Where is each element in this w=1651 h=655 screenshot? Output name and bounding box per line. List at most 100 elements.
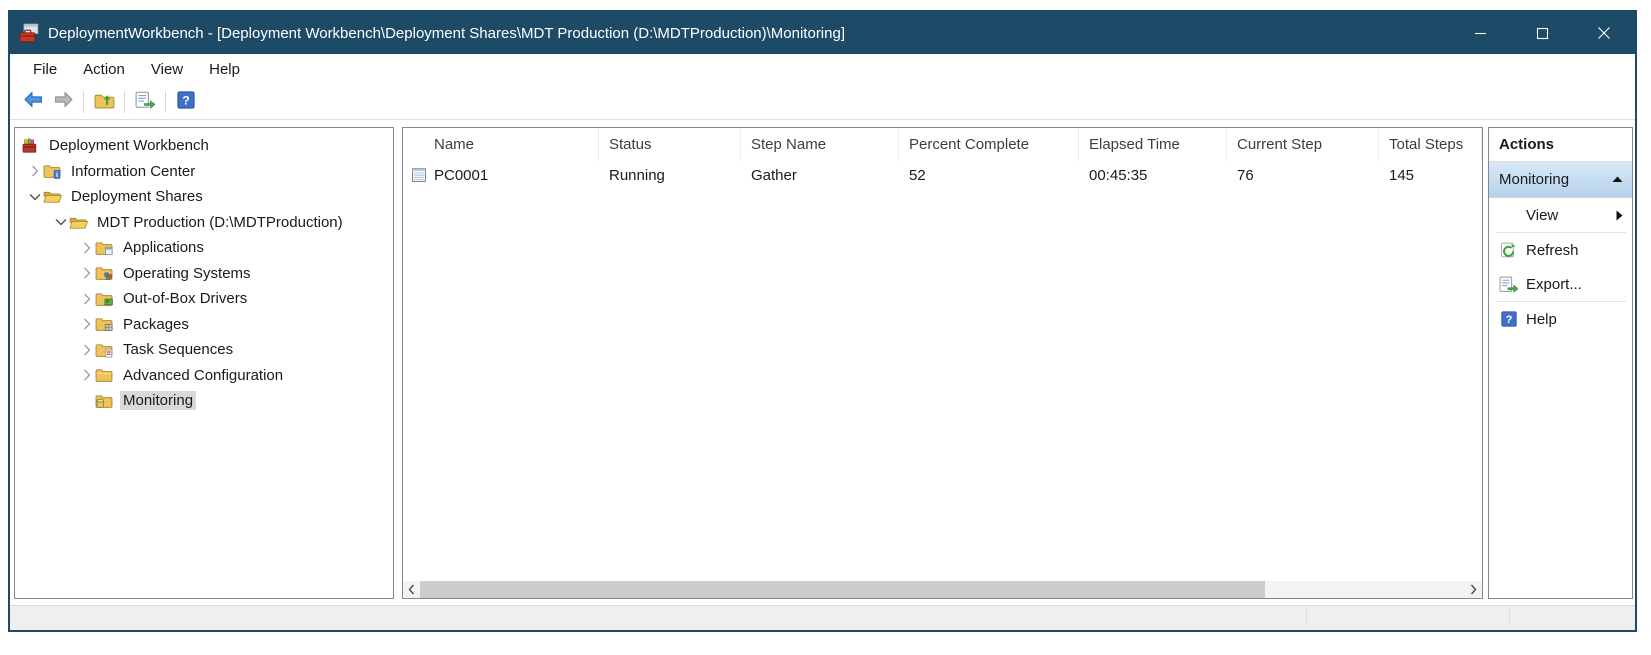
chevron-right-icon[interactable] (79, 291, 95, 307)
results-pane: Name Status Step Name Percent Complete E… (402, 127, 1483, 599)
help-button[interactable]: ? (171, 88, 201, 116)
forward-button[interactable] (48, 88, 78, 116)
action-item-label: Refresh (1526, 242, 1579, 259)
tree-item-information-center[interactable]: i Information Center (15, 159, 393, 185)
up-one-level-button[interactable] (89, 88, 119, 116)
tree-item-deployment-workbench[interactable]: Deployment Workbench (15, 133, 393, 159)
menu-item-view[interactable]: View (138, 57, 196, 82)
action-item-export[interactable]: Export... (1489, 267, 1632, 301)
window-title: DeploymentWorkbench - [Deployment Workbe… (48, 25, 845, 42)
tree-item-task-sequences[interactable]: Task Sequences (15, 337, 393, 363)
action-item-label: Export... (1526, 276, 1582, 293)
action-item-help[interactable]: ? Help (1489, 302, 1632, 336)
column-header-label: Step Name (751, 136, 826, 153)
menu-item-file[interactable]: File (20, 57, 70, 82)
column-header-label: Name (434, 136, 474, 153)
help-icon: ? (1497, 310, 1520, 328)
title-bar: DeploymentWorkbench - [Deployment Workbe… (10, 12, 1635, 54)
table-row[interactable]: PC0001 Running Gather 52 00:45:35 76 145 (403, 161, 1482, 189)
row-status-value: Running (609, 167, 665, 184)
cell-status: Running (599, 167, 741, 184)
folder-open-icon (69, 214, 88, 231)
export-list-button[interactable] (130, 88, 160, 116)
chevron-right-icon[interactable] (79, 367, 95, 383)
minimize-button[interactable] (1449, 12, 1511, 54)
tree-item-label: Applications (120, 238, 207, 257)
action-icon-placeholder (1497, 206, 1520, 224)
tree-item-monitoring[interactable]: Monitoring (15, 388, 393, 414)
svg-text:?: ? (182, 93, 190, 107)
column-header-name[interactable]: Name (403, 128, 599, 161)
folder-applications-icon (95, 239, 114, 256)
toolbar-separator (124, 91, 125, 113)
computer-entry-icon (411, 167, 427, 183)
horizontal-scrollbar[interactable] (403, 581, 1482, 598)
column-header-elapsed-time[interactable]: Elapsed Time (1079, 128, 1227, 161)
export-list-icon (135, 91, 155, 114)
row-current-step-value: 76 (1237, 167, 1254, 184)
menu-item-action[interactable]: Action (70, 57, 138, 82)
chevron-right-icon[interactable] (27, 163, 43, 179)
column-header-step-name[interactable]: Step Name (741, 128, 899, 161)
tree-item-mdt-production[interactable]: MDT Production (D:\MDTProduction) (15, 210, 393, 236)
column-header-label: Total Steps (1389, 136, 1463, 153)
flyout-arrow-icon (1616, 210, 1623, 221)
folder-up-icon (94, 91, 115, 114)
chevron-right-icon[interactable] (79, 342, 95, 358)
toolbar-separator (165, 91, 166, 113)
back-button[interactable] (18, 88, 48, 116)
chevron-down-icon[interactable] (53, 214, 69, 230)
tree-item-applications[interactable]: Applications (15, 235, 393, 261)
row-step-name-value: Gather (751, 167, 797, 184)
chevron-down-icon[interactable] (27, 189, 43, 205)
folder-monitoring-icon (95, 392, 114, 409)
list-header: Name Status Step Name Percent Complete E… (403, 128, 1482, 161)
scrollbar-thumb[interactable] (420, 581, 1265, 598)
column-header-current-step[interactable]: Current Step (1227, 128, 1379, 161)
tree-item-operating-systems[interactable]: Operating Systems (15, 261, 393, 287)
folder-packages-icon (95, 316, 114, 333)
actions-pane-title: Actions (1489, 128, 1632, 162)
tree-item-label: Operating Systems (120, 264, 254, 283)
maximize-button[interactable] (1511, 12, 1573, 54)
tree-item-label: Advanced Configuration (120, 366, 286, 385)
column-header-status[interactable]: Status (599, 128, 741, 161)
workbench-icon (21, 137, 40, 154)
folder-open-icon (43, 188, 62, 205)
tree-item-label: Task Sequences (120, 340, 236, 359)
window-controls (1449, 12, 1635, 54)
column-header-percent-complete[interactable]: Percent Complete (899, 128, 1079, 161)
console-tree-pane: Deployment Workbench i Information Cente… (14, 127, 394, 599)
tree-item-deployment-shares[interactable]: Deployment Shares (15, 184, 393, 210)
folder-operating-systems-icon (95, 265, 114, 282)
scroll-right-arrow[interactable] (1465, 581, 1482, 598)
tree-item-packages[interactable]: Packages (15, 312, 393, 338)
actions-pane: Actions Monitoring View (1488, 127, 1633, 599)
action-item-refresh[interactable]: Refresh (1489, 233, 1632, 267)
scroll-left-arrow[interactable] (403, 581, 420, 598)
chevron-right-icon[interactable] (79, 265, 95, 281)
action-item-view[interactable]: View (1489, 198, 1632, 232)
back-icon (23, 91, 44, 113)
toolbar: ? (10, 85, 1635, 120)
collapse-caret-icon[interactable] (1612, 176, 1623, 183)
close-button[interactable] (1573, 12, 1635, 54)
toolbar-separator (83, 91, 84, 113)
status-bar-divider (1306, 609, 1307, 627)
actions-group-monitoring[interactable]: Monitoring (1489, 162, 1632, 198)
tree-item-out-of-box-drivers[interactable]: Out-of-Box Drivers (15, 286, 393, 312)
row-elapsed-time-value: 00:45:35 (1089, 167, 1147, 184)
tree-item-label: Packages (120, 315, 192, 334)
column-header-total-steps[interactable]: Total Steps (1379, 128, 1482, 161)
menu-bar: File Action View Help (10, 54, 1635, 85)
chevron-right-icon[interactable] (79, 316, 95, 332)
action-item-label: View (1526, 207, 1558, 224)
action-item-label: Help (1526, 311, 1557, 328)
cell-step-name: Gather (741, 167, 899, 184)
status-bar-divider (1509, 609, 1510, 627)
actions-group-label: Monitoring (1499, 171, 1569, 188)
chevron-right-icon[interactable] (79, 240, 95, 256)
tree-item-advanced-configuration[interactable]: Advanced Configuration (15, 363, 393, 389)
row-name-value: PC0001 (434, 167, 488, 184)
menu-item-help[interactable]: Help (196, 57, 253, 82)
